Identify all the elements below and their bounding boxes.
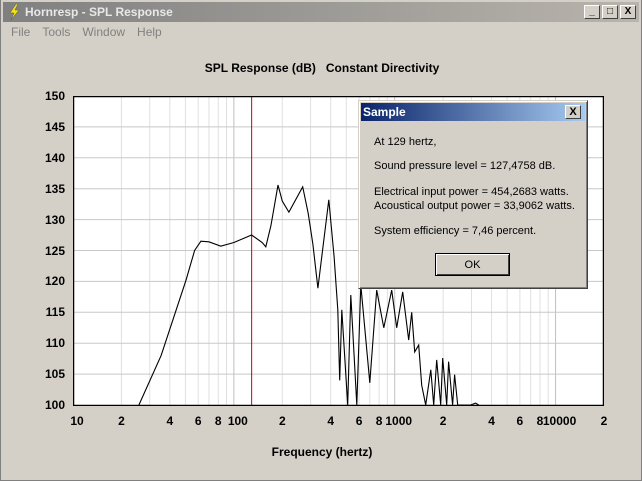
maximize-button[interactable]: □: [602, 5, 618, 19]
y-tick-label: 105: [44, 367, 65, 382]
menu-tools[interactable]: Tools: [36, 24, 76, 42]
y-tick-label: 110: [45, 336, 65, 351]
title-bar[interactable]: Hornresp - SPL Response _ □ X: [3, 2, 639, 22]
x-tick-label: 4: [166, 414, 174, 428]
x-tick-label: 4: [327, 414, 335, 428]
x-tick-label: 8: [214, 414, 222, 428]
app-window: Hornresp - SPL Response _ □ X File Tools…: [0, 0, 642, 481]
x-tick-label: 1000: [385, 414, 413, 428]
spl-text: Sound pressure level = 127,4758 dB.: [374, 160, 556, 172]
y-tick-label: 135: [44, 181, 65, 196]
y-tick-label: 100: [44, 398, 65, 412]
efficiency-text: System efficiency = 7,46 percent.: [374, 225, 537, 237]
y-tick-label: 130: [44, 212, 65, 227]
x-tick-label: 2: [278, 414, 286, 428]
y-tick-label: 120: [44, 274, 65, 289]
y-tick-label: 125: [44, 243, 65, 258]
dialog-title: Sample: [363, 105, 406, 119]
x-tick-label: 6: [194, 414, 202, 428]
y-tick-label: 140: [44, 150, 65, 165]
app-lightning-icon: [9, 4, 20, 20]
minimize-button[interactable]: _: [584, 5, 600, 19]
x-tick-label: 2: [118, 414, 125, 428]
menu-bar: File Tools Window Help: [5, 24, 168, 42]
x-tick-label: 4: [488, 414, 495, 428]
x-tick-label: 6: [355, 414, 363, 428]
x-tick-label: 8: [375, 414, 383, 428]
dialog-close-button[interactable]: X: [565, 105, 581, 119]
menu-window[interactable]: Window: [76, 24, 131, 42]
x-axis-title: Frequency (hertz): [271, 445, 373, 459]
sample-dialog: Sample X At 129 hertz, Sound pressure le…: [358, 100, 588, 289]
ok-button[interactable]: OK: [435, 253, 510, 276]
y-tick-label: 150: [44, 89, 65, 103]
x-tick-label: 100: [227, 414, 248, 428]
y-tick-label: 115: [45, 305, 65, 320]
x-tick-label: 10000: [542, 414, 577, 428]
x-tick-label: 6: [516, 414, 524, 428]
electrical-power-text: Electrical input power = 454,2683 watts.: [374, 186, 569, 198]
close-button[interactable]: X: [620, 5, 636, 19]
menu-file[interactable]: File: [5, 24, 36, 42]
chart-title: SPL Response (dB) Constant Directivity: [204, 61, 440, 75]
acoustical-power-text: Acoustical output power = 33,9062 watts.: [374, 200, 575, 212]
frequency-text: At 129 hertz,: [374, 136, 437, 148]
x-tick-label: 2: [439, 414, 447, 428]
y-tick-label: 145: [44, 119, 65, 134]
menu-help[interactable]: Help: [131, 24, 168, 42]
x-tick-label: 10: [70, 414, 84, 428]
x-tick-label: 2: [600, 414, 608, 428]
window-title: Hornresp - SPL Response: [25, 5, 173, 19]
dialog-title-bar[interactable]: Sample X: [361, 103, 585, 121]
